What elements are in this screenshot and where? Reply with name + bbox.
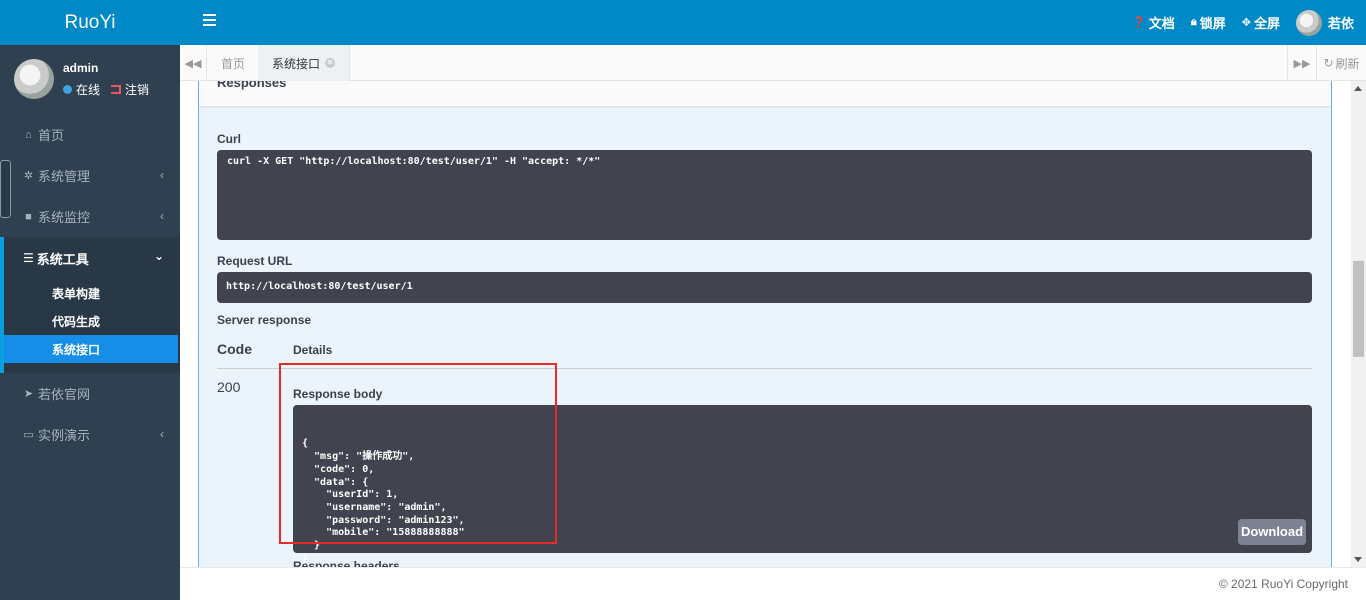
- menu-toggle-icon[interactable]: [203, 14, 216, 26]
- user-status: 在线 注销: [63, 81, 149, 98]
- topbar: ❓ 文档 🔒︎ 锁屏 ✥ 全屏 若依: [180, 0, 1366, 45]
- sidebar-subitem-system-api[interactable]: 系统接口: [4, 335, 178, 363]
- tab-label: 首页: [221, 56, 246, 71]
- chevron-left-icon: ‹: [160, 168, 164, 182]
- sidebar-item-label: 系统监控: [38, 210, 91, 225]
- online-dot-icon: [63, 85, 72, 94]
- home-icon: ⌂: [25, 128, 32, 141]
- sidebar-item-label: 若依官网: [38, 387, 91, 402]
- curl-command-box[interactable]: curl -X GET "http://localhost:80/test/us…: [217, 150, 1312, 240]
- sidebar-drag-handle[interactable]: [0, 160, 11, 218]
- footer: © 2021 RuoYi Copyright: [180, 567, 1366, 600]
- fullscreen-label: 全屏: [1253, 16, 1280, 31]
- chevron-left-icon: ‹: [160, 209, 164, 223]
- lock-icon: 🔒︎: [1190, 16, 1197, 28]
- sidebar-item-system-tools[interactable]: ☰ 系统工具 ⌄: [4, 237, 180, 279]
- tabs-scroll-right-icon[interactable]: ▶▶: [1287, 45, 1316, 81]
- sidebar-item-system-management[interactable]: ✲ 系统管理 ‹: [0, 155, 180, 196]
- response-status-code: 200: [217, 379, 241, 395]
- close-tab-icon[interactable]: ✕: [325, 58, 336, 68]
- response-headers-label: Response headers: [293, 559, 400, 567]
- api-operation-block: Responses Curl curl -X GET "http://local…: [198, 81, 1332, 567]
- app-logo[interactable]: RuoYi: [0, 0, 180, 45]
- column-header-details: Details: [293, 343, 333, 357]
- highlight-box: [279, 363, 557, 544]
- request-url-label: Request URL: [217, 254, 293, 268]
- sidebar-item-label: 首页: [38, 128, 65, 143]
- fullscreen-button[interactable]: ✥ 全屏: [1242, 13, 1280, 32]
- sidebar-subitem-code-gen[interactable]: 代码生成: [4, 307, 180, 335]
- tab-label: 系统接口: [272, 56, 321, 71]
- scroll-down-icon[interactable]: [1354, 557, 1362, 562]
- gear-icon: ✲: [23, 170, 34, 182]
- scroll-thumb[interactable]: [1353, 261, 1364, 357]
- user-menu-name: 若依: [1327, 16, 1354, 31]
- column-header-code: Code: [217, 341, 252, 357]
- desktop-icon: ▭: [23, 429, 34, 441]
- sidebar: RuoYi admin 在线 注销 ⌂ 首页 ✲ 系统管理 ‹ ■ 系统监控 ‹…: [0, 0, 180, 600]
- avatar: [1295, 9, 1322, 36]
- refresh-icon: ↻: [1323, 56, 1334, 70]
- expand-icon: ✥: [1241, 17, 1251, 29]
- scroll-up-icon[interactable]: [1354, 86, 1362, 91]
- sidebar-item-system-monitor[interactable]: ■ 系统监控 ‹: [0, 196, 180, 237]
- tab-system-api[interactable]: 系统接口 ✕: [258, 45, 351, 81]
- server-response-label: Server response: [217, 313, 312, 327]
- sidebar-subitem-form-builder[interactable]: 表单构建: [4, 279, 180, 307]
- lock-screen-button[interactable]: 🔒︎ 锁屏: [1191, 13, 1226, 32]
- sidebar-group-system-tools: ☰ 系统工具 ⌄ 表单构建 代码生成 系统接口: [0, 237, 180, 373]
- bars-icon: ☰: [23, 251, 34, 265]
- logout-link[interactable]: 注销: [125, 81, 149, 98]
- user-name: admin: [63, 61, 99, 75]
- top-actions: ❓ 文档 🔒︎ 锁屏 ✥ 全屏 若依: [1132, 0, 1366, 45]
- logout-icon[interactable]: [111, 85, 122, 94]
- sidebar-item-ruoyi-site[interactable]: ➤ 若依官网: [0, 373, 180, 414]
- avatar[interactable]: [14, 59, 54, 99]
- video-icon: ■: [25, 210, 32, 223]
- lock-label: 锁屏: [1199, 16, 1226, 31]
- sidebar-item-label: 系统管理: [38, 169, 91, 184]
- responses-header: Responses: [199, 81, 1331, 106]
- sidebar-item-label: 实例演示: [38, 428, 91, 443]
- sidebar-item-home[interactable]: ⌂ 首页: [0, 114, 180, 155]
- copyright-text: © 2021 RuoYi Copyright: [1218, 577, 1348, 591]
- tab-home[interactable]: 首页: [207, 45, 261, 81]
- content-scrollbar[interactable]: [1351, 81, 1366, 567]
- question-circle-icon: ❓: [1132, 17, 1146, 29]
- responses-title: Responses: [217, 81, 287, 90]
- tabs-bar: ◀◀ 首页 系统接口 ✕ ▶▶ ↻ 刷新: [180, 45, 1366, 81]
- user-menu[interactable]: 若依: [1295, 9, 1354, 36]
- user-panel: admin 在线 注销: [0, 45, 180, 117]
- refresh-label: 刷新: [1335, 56, 1360, 71]
- tabs-scroll-left-icon[interactable]: ◀◀: [180, 45, 207, 81]
- online-status: 在线: [76, 83, 101, 97]
- sidebar-item-label: 系统工具: [36, 251, 89, 267]
- chevron-left-icon: ‹: [160, 427, 164, 441]
- request-url-box[interactable]: http://localhost:80/test/user/1: [217, 272, 1312, 303]
- sidebar-item-demo[interactable]: ▭ 实例演示 ‹: [0, 414, 180, 455]
- curl-label: Curl: [217, 132, 241, 146]
- send-icon: ➤: [23, 388, 34, 400]
- docs-label: 文档: [1148, 16, 1175, 31]
- refresh-button[interactable]: ↻ 刷新: [1316, 45, 1366, 81]
- chevron-down-icon: ⌄: [153, 249, 164, 263]
- download-button[interactable]: Download: [1238, 519, 1306, 545]
- docs-button[interactable]: ❓ 文档: [1132, 13, 1175, 32]
- main-content: Responses Curl curl -X GET "http://local…: [180, 81, 1351, 567]
